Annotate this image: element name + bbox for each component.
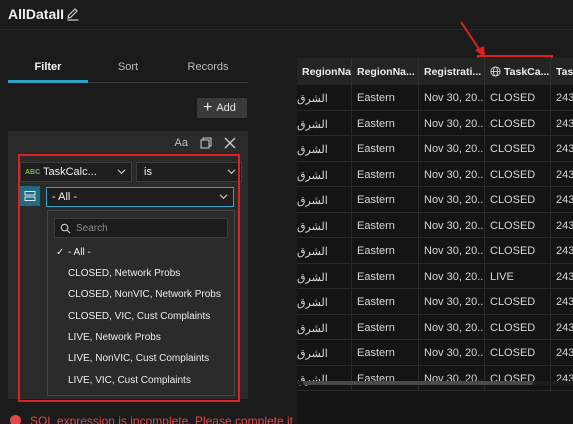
tab-sort[interactable]: Sort xyxy=(88,61,168,73)
globe-icon xyxy=(490,66,501,77)
table-cell[interactable]: Nov 30, 20... xyxy=(419,212,485,238)
table-cell[interactable]: Nov 30, 20... xyxy=(419,263,485,289)
table-cell[interactable]: Nov 30, 20... xyxy=(419,85,485,111)
pencil-icon[interactable] xyxy=(66,7,80,21)
table-cell[interactable]: CLOSED xyxy=(485,289,551,315)
table-cell[interactable]: CLOSED xyxy=(485,136,551,162)
table-cell[interactable]: Eastern xyxy=(352,289,419,315)
table-cell[interactable]: الشرق xyxy=(297,263,352,289)
table-cell[interactable]: Nov 30, 20... xyxy=(419,161,485,187)
case-sensitive-toggle[interactable]: Aa xyxy=(175,137,188,149)
table-cell[interactable]: الشرق xyxy=(297,110,352,136)
table-cell[interactable]: Nov 30, 20... xyxy=(419,238,485,264)
table-cell[interactable]: Nov 30, 20... xyxy=(419,110,485,136)
table-cell[interactable]: Eastern xyxy=(352,340,419,366)
table-cell[interactable]: 243 xyxy=(551,366,573,391)
table-cell[interactable]: Nov 30, 20... xyxy=(419,365,485,391)
column-header[interactable]: RegionNa... xyxy=(297,58,352,85)
table-cell[interactable]: 243 xyxy=(551,85,573,111)
table-cell[interactable]: Eastern xyxy=(352,212,419,238)
table-cell[interactable]: 243 xyxy=(551,213,573,238)
table-cell[interactable]: 243 xyxy=(551,111,573,136)
table-cell[interactable]: 243 xyxy=(551,264,573,289)
table-cell[interactable]: الشرق xyxy=(297,289,352,315)
table-cell[interactable]: CLOSED xyxy=(485,187,551,213)
error-message-bar: SQL expression is incomplete. Please com… xyxy=(0,414,293,424)
table-cell[interactable]: CLOSED xyxy=(485,212,551,238)
table-cell[interactable]: الشرق xyxy=(297,85,352,111)
active-tab-indicator xyxy=(8,80,88,83)
table-cell[interactable]: الشرق xyxy=(297,161,352,187)
table-cell[interactable]: LIVE xyxy=(485,263,551,289)
add-button-label: Add xyxy=(216,102,236,114)
table-cell[interactable]: CLOSED xyxy=(485,85,551,111)
table-cell[interactable]: Eastern xyxy=(352,314,419,340)
error-icon xyxy=(10,415,21,424)
table-cell[interactable]: Eastern xyxy=(352,238,419,264)
close-icon[interactable] xyxy=(224,137,236,149)
table-cell[interactable]: الشرق xyxy=(297,314,352,340)
table-cell[interactable]: Eastern xyxy=(352,85,419,111)
table-cell[interactable]: 243 xyxy=(551,238,573,264)
table-cell[interactable]: الشرق xyxy=(297,238,352,264)
table-cell[interactable]: Eastern xyxy=(352,187,419,213)
table-cell[interactable]: CLOSED xyxy=(485,314,551,340)
clause-toolbar: Aa xyxy=(175,137,236,149)
tab-records[interactable]: Records xyxy=(168,61,248,73)
table-cell[interactable]: Eastern xyxy=(352,136,419,162)
table-cell[interactable]: CLOSED xyxy=(485,365,551,391)
column-header[interactable]: RegionNa... xyxy=(352,58,419,85)
column-header[interactable]: Task xyxy=(551,58,573,85)
tab-filter[interactable]: Filter xyxy=(8,61,88,73)
error-message: SQL expression is incomplete. Please com… xyxy=(30,414,293,424)
table-cell[interactable]: Nov 30, 20... xyxy=(419,340,485,366)
table-cell[interactable]: الشرق xyxy=(297,187,352,213)
table-cell[interactable]: 243 xyxy=(551,187,573,213)
table-cell[interactable]: الشرق xyxy=(297,212,352,238)
tab-bar: Filter Sort Records xyxy=(8,59,248,83)
column-header[interactable]: Registrati... xyxy=(419,58,485,85)
column-header-taskcalc[interactable]: TaskCa... xyxy=(485,58,551,85)
table-cell[interactable]: 243 xyxy=(551,136,573,162)
table-cell[interactable]: 243 xyxy=(551,340,573,366)
table-cell[interactable]: Nov 30, 20... xyxy=(419,289,485,315)
table-cell[interactable]: Nov 30, 20... xyxy=(419,136,485,162)
plus-icon: + xyxy=(203,99,213,116)
table-cell[interactable]: 243 xyxy=(551,289,573,315)
table-cell[interactable]: Nov 30, 20... xyxy=(419,314,485,340)
table-cell[interactable]: الشرق xyxy=(297,340,352,366)
table-cell[interactable]: الشرق xyxy=(297,136,352,162)
table-cell[interactable]: 243 xyxy=(551,315,573,340)
table-cell[interactable]: CLOSED xyxy=(485,238,551,264)
app-title: AllDataII xyxy=(8,6,65,22)
table-cell[interactable]: Eastern xyxy=(352,263,419,289)
data-table: RegionNa... RegionNa... Registrati... Ta… xyxy=(297,58,573,424)
table-cell[interactable]: Nov 30, 20... xyxy=(419,187,485,213)
table-cell[interactable]: Eastern xyxy=(352,161,419,187)
table-cell[interactable]: الشرق xyxy=(297,365,352,391)
add-clause-button[interactable]: + Add xyxy=(197,98,247,118)
copy-icon[interactable] xyxy=(200,137,212,149)
horizontal-scrollbar[interactable] xyxy=(297,380,573,386)
table-cell[interactable]: 243 xyxy=(551,162,573,187)
annotation-highlight-box xyxy=(18,154,240,402)
table-cell[interactable]: CLOSED xyxy=(485,110,551,136)
table-cell[interactable]: CLOSED xyxy=(485,340,551,366)
table-cell[interactable]: Eastern xyxy=(352,365,419,391)
table-cell[interactable]: CLOSED xyxy=(485,161,551,187)
table-cell[interactable]: Eastern xyxy=(352,110,419,136)
